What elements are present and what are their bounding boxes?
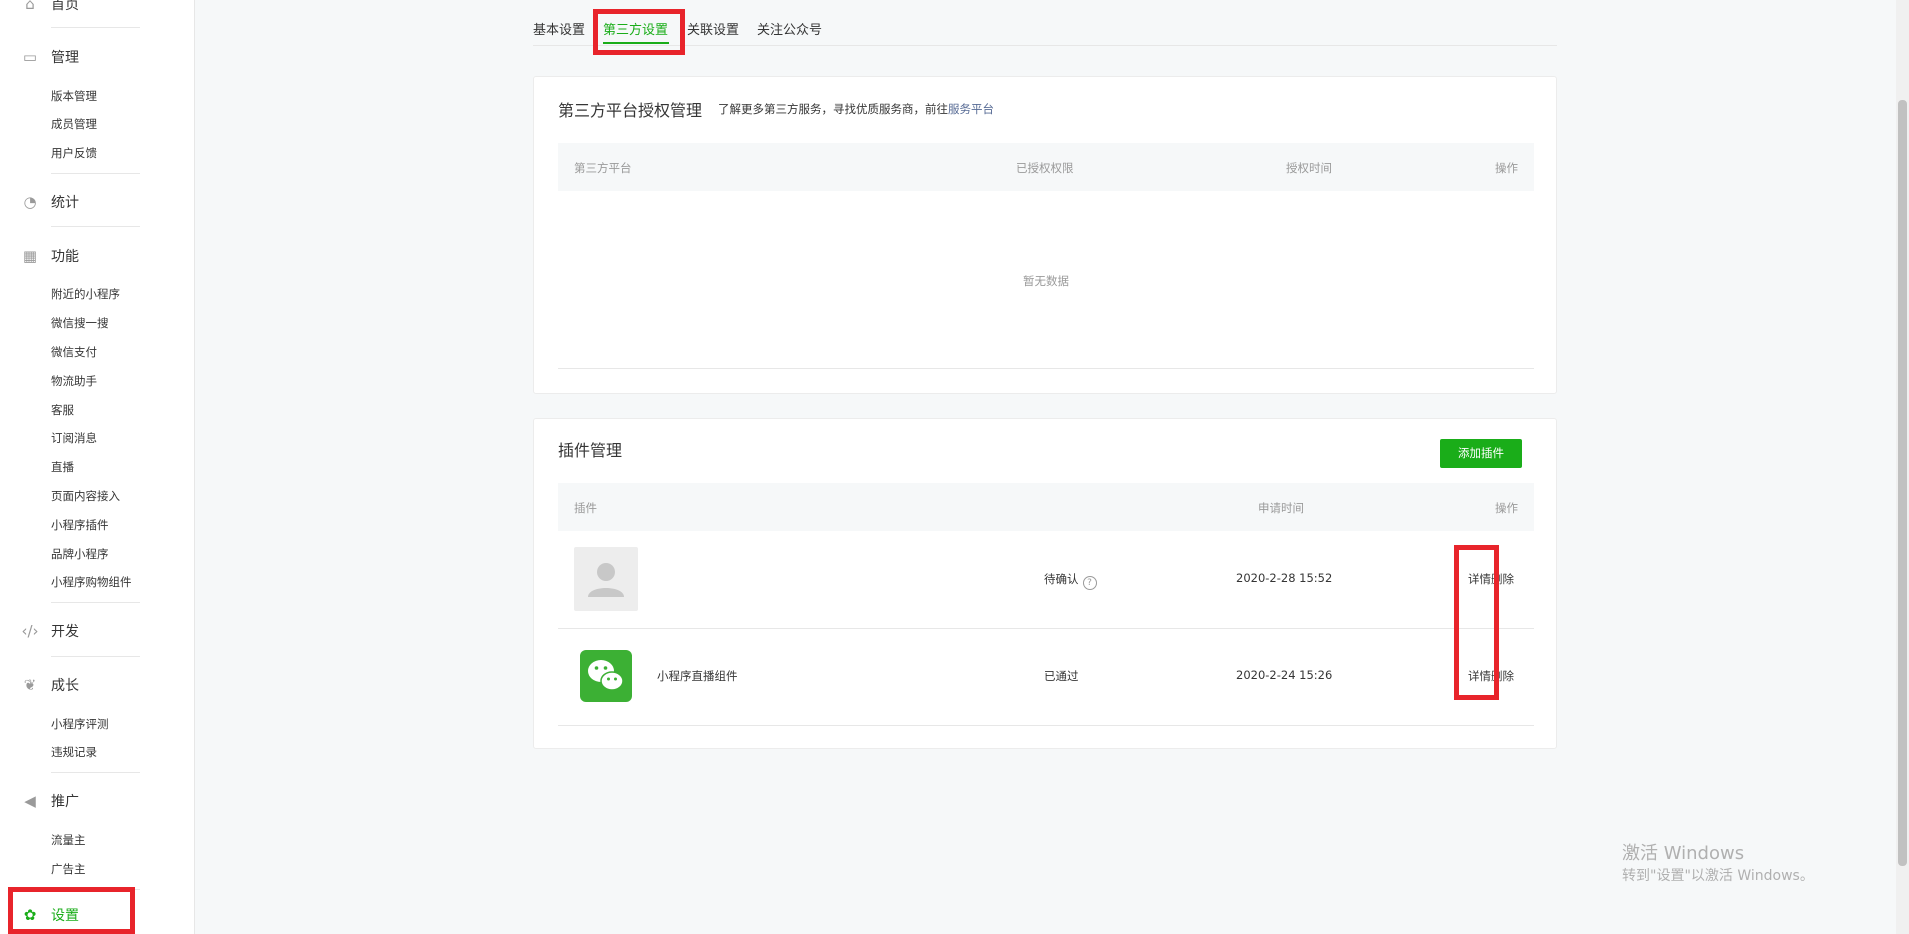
plugin-card: 插件管理 添加插件 插件 申请时间 操作 待确认? 2020-2-28 15:5… [533, 418, 1557, 749]
service-platform-link[interactable]: 服务平台 [948, 102, 994, 116]
sidebar-subitem-subscribe[interactable]: 订阅消息 [51, 430, 97, 446]
card-subtitle: 了解更多第三方服务，寻找优质服务商，前往服务平台 [718, 101, 994, 117]
column-header: 授权时间 [1286, 161, 1332, 175]
scrollbar[interactable] [1896, 0, 1909, 934]
status-text: 已通过 [1044, 669, 1079, 683]
sidebar-item-label: 推广 [51, 794, 79, 810]
sidebar-subitem-service[interactable]: 客服 [51, 402, 74, 418]
sidebar-subitem-shopping[interactable]: 小程序购物组件 [51, 574, 132, 590]
sidebar-item-label: 成长 [51, 678, 79, 694]
column-header: 操作 [1495, 501, 1518, 515]
activation-watermark-text: 转到"设置"以激活 Windows。 [1622, 868, 1814, 884]
default-avatar-icon [574, 547, 638, 611]
sidebar-item-growth[interactable]: ❦ 成长 [0, 673, 195, 697]
subtitle-text: 了解更多第三方服务，寻找优质服务商，前往 [718, 102, 948, 116]
home-icon: ⌂ [25, 0, 35, 13]
table-row: 小程序直播组件 已通过 2020-2-24 15:26 详情 删除 [558, 628, 1534, 726]
divider [51, 27, 140, 28]
divider [51, 173, 140, 174]
sidebar-subitem-logistics[interactable]: 物流助手 [51, 373, 97, 389]
pie-chart-icon: ◔ [23, 193, 37, 211]
column-header: 已授权权限 [1016, 161, 1074, 175]
grid-icon: ▦ [22, 247, 38, 265]
activation-watermark-title: 激活 Windows [1622, 843, 1745, 864]
table-header: 第三方平台 已授权权限 授权时间 操作 [558, 143, 1534, 191]
divider [51, 772, 140, 773]
card-title: 插件管理 [558, 441, 623, 460]
tab-related[interactable]: 关联设置 [687, 19, 739, 38]
active-tab-indicator [603, 42, 669, 44]
sprout-icon: ❦ [23, 676, 37, 694]
table-header: 插件 申请时间 操作 [558, 483, 1534, 531]
status-text: 待确认 [1044, 572, 1079, 586]
column-header: 操作 [1495, 161, 1518, 175]
plugin-name: 小程序直播组件 [657, 669, 738, 683]
column-header: 插件 [574, 501, 597, 515]
delete-link[interactable]: 删除 [1491, 668, 1514, 684]
sidebar-item-manage[interactable]: ▭ 管理 [0, 45, 195, 69]
tab-bar: 基本设置 第三方设置 关联设置 关注公众号 [533, 16, 1557, 46]
sidebar-subitem-content[interactable]: 页面内容接入 [51, 488, 120, 504]
sidebar-item-home[interactable]: ⌂ 首页 [0, 0, 195, 16]
divider [51, 889, 140, 890]
tab-third-party[interactable]: 第三方设置 [603, 19, 668, 38]
divider [51, 226, 140, 227]
gear-icon: ✿ [23, 906, 37, 924]
card-title: 第三方平台授权管理 [558, 101, 703, 120]
code-icon: ‹/› [21, 622, 39, 640]
sidebar-item-label: 统计 [51, 195, 79, 211]
detail-link[interactable]: 详情 [1468, 571, 1491, 587]
inbox-icon: ▭ [22, 48, 38, 66]
sidebar-subitem-version[interactable]: 版本管理 [51, 88, 97, 104]
sidebar-subitem-brand[interactable]: 品牌小程序 [51, 546, 109, 562]
column-header: 第三方平台 [574, 161, 632, 175]
apply-time: 2020-2-24 15:26 [1236, 668, 1333, 682]
divider [558, 368, 1534, 369]
sidebar-item-label: 管理 [51, 50, 79, 66]
table-row: 待确认? 2020-2-28 15:52 详情 删除 [558, 531, 1534, 629]
sidebar-item-settings[interactable]: ✿ 设置 [0, 903, 195, 927]
delete-link[interactable]: 删除 [1491, 571, 1514, 587]
sidebar-subitem-nearby[interactable]: 附近的小程序 [51, 286, 120, 302]
wechat-logo-icon [580, 650, 632, 702]
help-icon[interactable]: ? [1082, 576, 1097, 590]
status-cell: 待确认? [1044, 571, 1097, 590]
divider [51, 602, 140, 603]
add-plugin-button[interactable]: 添加插件 [1440, 439, 1522, 468]
sidebar-subitem-traffic[interactable]: 流量主 [51, 832, 86, 848]
sidebar-item-promo[interactable]: ◀ 推广 [0, 789, 195, 813]
sidebar-item-label: 首页 [51, 0, 79, 13]
scrollbar-thumb[interactable] [1898, 100, 1907, 866]
sidebar-subitem-search[interactable]: 微信搜一搜 [51, 315, 109, 331]
apply-time: 2020-2-28 15:52 [1236, 571, 1333, 585]
sidebar-subitem-review[interactable]: 小程序评测 [51, 716, 109, 732]
sidebar-item-label: 开发 [51, 624, 79, 640]
empty-state: 暂无数据 [1023, 274, 1069, 288]
sidebar-subitem-feedback[interactable]: 用户反馈 [51, 145, 97, 161]
sidebar-subitem-live[interactable]: 直播 [51, 459, 74, 475]
megaphone-icon: ◀ [24, 792, 36, 810]
sidebar-item-dev[interactable]: ‹/› 开发 [0, 619, 195, 643]
sidebar-item-label: 功能 [51, 249, 79, 265]
sidebar: ⌂ 首页 ▭ 管理 版本管理 成员管理 用户反馈 ◔ 统计 ▦ 功能 附近的小程… [0, 0, 195, 934]
column-header: 申请时间 [1258, 501, 1304, 515]
sidebar-item-stats[interactable]: ◔ 统计 [0, 190, 195, 214]
tab-follow-account[interactable]: 关注公众号 [757, 19, 822, 38]
tab-basic[interactable]: 基本设置 [533, 19, 585, 38]
sidebar-subitem-plugins[interactable]: 小程序插件 [51, 517, 109, 533]
divider [51, 656, 140, 657]
third-party-card: 第三方平台授权管理 了解更多第三方服务，寻找优质服务商，前往服务平台 第三方平台… [533, 76, 1557, 394]
sidebar-subitem-members[interactable]: 成员管理 [51, 116, 97, 132]
sidebar-subitem-advertiser[interactable]: 广告主 [51, 861, 86, 877]
detail-link[interactable]: 详情 [1468, 668, 1491, 684]
sidebar-subitem-pay[interactable]: 微信支付 [51, 344, 97, 360]
sidebar-subitem-violations[interactable]: 违规记录 [51, 744, 97, 760]
sidebar-item-features[interactable]: ▦ 功能 [0, 244, 195, 268]
sidebar-item-label: 设置 [51, 908, 79, 924]
